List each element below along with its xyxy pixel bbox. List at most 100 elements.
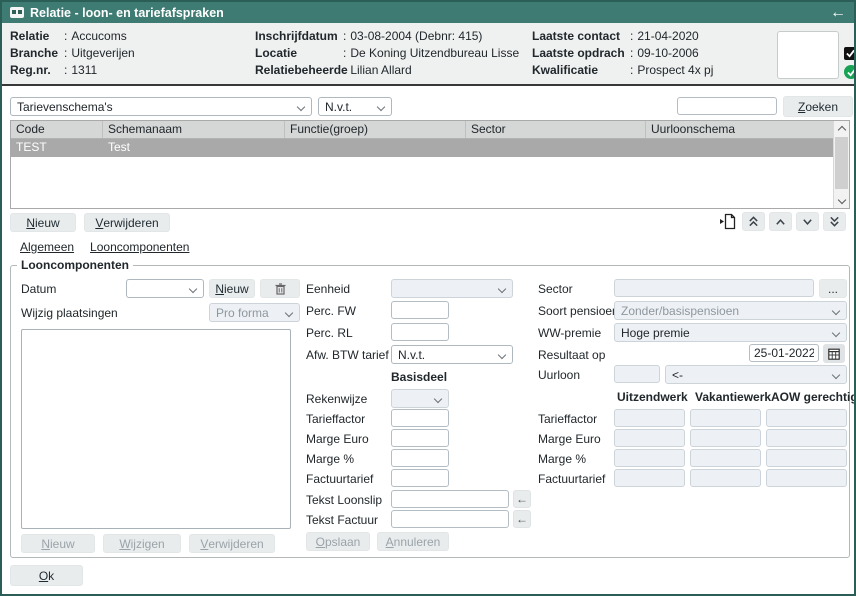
separator: : (628, 62, 637, 79)
relation-header: Relatie:Accucoms Branche:Uitgeverijen Re… (2, 23, 854, 86)
ok-button[interactable]: Ok (10, 565, 83, 586)
marge-euro-input[interactable] (391, 429, 449, 447)
annuleren-button[interactable]: Annuleren (377, 532, 449, 551)
uurloon-select[interactable]: <- (665, 365, 847, 384)
field-label: Laatste contact (532, 28, 628, 45)
factuurtarief-uitzendwerk-input[interactable] (614, 469, 685, 487)
opslaan-button[interactable]: Opslaan (306, 532, 370, 551)
wijzig-plaatsingen-label: Wijzig plaatsingen (21, 306, 118, 320)
column-header-schemanaam[interactable]: Schemanaam (103, 121, 285, 138)
marge-euro-aow-input[interactable] (766, 429, 847, 447)
uurloon-input[interactable] (614, 365, 660, 383)
ww-premie-select[interactable]: Hoge premie (614, 323, 847, 342)
header-row: Branche:Uitgeverijen (10, 45, 135, 62)
verwijderen-component-button[interactable]: Verwijderen (189, 534, 275, 553)
marge-euro-vakantiewerk-input[interactable] (690, 429, 761, 447)
first-record-button[interactable] (742, 212, 765, 231)
previous-record-button[interactable] (769, 212, 792, 231)
copy-factuur-button[interactable]: ← (513, 510, 531, 528)
separator: : (628, 45, 637, 62)
verwijderen-schema-button[interactable]: Verwijderen (84, 213, 170, 232)
tarieffactor-vakantiewerk-input[interactable] (690, 409, 761, 427)
field-label: Relatie (10, 28, 62, 45)
titlebar: Relatie - loon- en tariefafspraken ← (2, 2, 854, 23)
factuurtarief-vakantiewerk-input[interactable] (690, 469, 761, 487)
tarieffactor-uitzendwerk-input[interactable] (614, 409, 685, 427)
field-value: 09-10-2006 (637, 45, 698, 62)
trash-icon (275, 283, 286, 295)
marge-pct-uitzendwerk-input[interactable] (614, 449, 685, 467)
perc-rl-input[interactable] (391, 323, 449, 341)
perc-fw-label: Perc. FW (306, 304, 356, 318)
basisdeel-header: Basisdeel (391, 370, 447, 384)
marge-pct-input[interactable] (391, 449, 449, 467)
nieuw-schema-button[interactable]: Nieuw (10, 213, 76, 232)
tarieffactor-aow-input[interactable] (766, 409, 847, 427)
resultaat-op-date-input[interactable] (749, 344, 819, 362)
ww-premie-label: WW-premie (538, 326, 601, 340)
marge-euro-uitzendwerk-input[interactable] (614, 429, 685, 447)
field-value: Uitgeverijen (71, 45, 134, 62)
check-icon (846, 49, 855, 58)
record-navigation (718, 212, 846, 231)
soort-pensioen-select[interactable]: Zonder/basispensioen (614, 301, 847, 320)
zoeken-button[interactable]: Zoeken (783, 96, 853, 117)
scrollbar-thumb[interactable] (835, 137, 848, 189)
header-col-3: Laatste contact:21-04-2020 Laatste opdra… (532, 28, 713, 79)
sector-browse-button[interactable]: ... (819, 279, 847, 298)
marge-pct-aow-input[interactable] (766, 449, 847, 467)
field-label: Reg.nr. (10, 62, 62, 79)
column-header-code[interactable]: Code (11, 121, 103, 138)
tarievenschema-select[interactable]: Tarievenschema's (10, 97, 312, 116)
afw-btw-select[interactable]: N.v.t. (391, 345, 513, 364)
tab-looncomponenten[interactable]: Looncomponenten (90, 240, 189, 254)
back-arrow-icon[interactable]: ← (830, 5, 846, 21)
perc-fw-input[interactable] (391, 301, 449, 319)
next-record-button[interactable] (796, 212, 819, 231)
nieuw-datum-button[interactable]: Nieuw (209, 279, 255, 298)
rekenwijze-select[interactable] (391, 389, 449, 408)
green-check-badge[interactable] (844, 65, 856, 79)
export-document-icon[interactable] (718, 213, 738, 231)
field-value: 03-08-2004 (Debnr: 415) (350, 28, 482, 45)
checked-checkbox[interactable] (844, 47, 856, 60)
nieuw-component-button[interactable]: Nieuw (21, 534, 95, 553)
column-header-uurloonschema[interactable]: Uurloonschema (646, 121, 849, 138)
table-row[interactable]: TEST Test (11, 139, 849, 157)
factuurtarief-label: Factuurtarief (306, 472, 373, 486)
matrix-row-label-tarieffactor: Tarieffactor (538, 412, 597, 426)
arrow-left-icon: ← (516, 492, 528, 506)
factuurtarief-aow-input[interactable] (766, 469, 847, 487)
filter-select[interactable]: N.v.t. (318, 97, 392, 116)
column-header-functiegroep[interactable]: Functie(groep) (285, 121, 466, 138)
search-input[interactable] (677, 97, 777, 115)
proforma-select[interactable]: Pro forma (209, 303, 300, 322)
vertical-scrollbar[interactable] (833, 121, 849, 208)
tekst-factuur-input[interactable] (391, 510, 509, 528)
double-chevron-down-icon (829, 216, 840, 227)
last-record-button[interactable] (823, 212, 846, 231)
select-value: Pro forma (216, 306, 281, 320)
tab-algemeen[interactable]: Algemeen (20, 240, 74, 254)
copy-loonslip-button[interactable]: ← (513, 490, 531, 508)
delete-datum-button[interactable] (260, 279, 300, 298)
field-label: Inschrijfdatum (255, 28, 341, 45)
tarieffactor-input[interactable] (391, 409, 449, 427)
looncomponenten-listbox[interactable] (21, 329, 291, 529)
column-header-sector[interactable]: Sector (466, 121, 646, 138)
scroll-up-button[interactable] (834, 121, 849, 136)
header-col-2: Inschrijfdatum:03-08-2004 (Debnr: 415) L… (255, 28, 519, 79)
chevron-down-icon (832, 329, 840, 337)
select-value: <- (672, 368, 828, 382)
wijzigen-component-button[interactable]: Wijzigen (103, 534, 181, 553)
sector-input[interactable] (614, 279, 814, 297)
datum-select[interactable] (126, 279, 204, 298)
eenheid-select[interactable] (391, 279, 513, 298)
calendar-button[interactable] (823, 344, 845, 363)
cell-functiegroep (285, 139, 466, 157)
factuurtarief-input[interactable] (391, 469, 449, 487)
marge-pct-vakantiewerk-input[interactable] (690, 449, 761, 467)
tekst-loonslip-input[interactable] (391, 490, 509, 508)
scroll-down-button[interactable] (834, 193, 849, 208)
chevron-down-icon (838, 197, 845, 204)
